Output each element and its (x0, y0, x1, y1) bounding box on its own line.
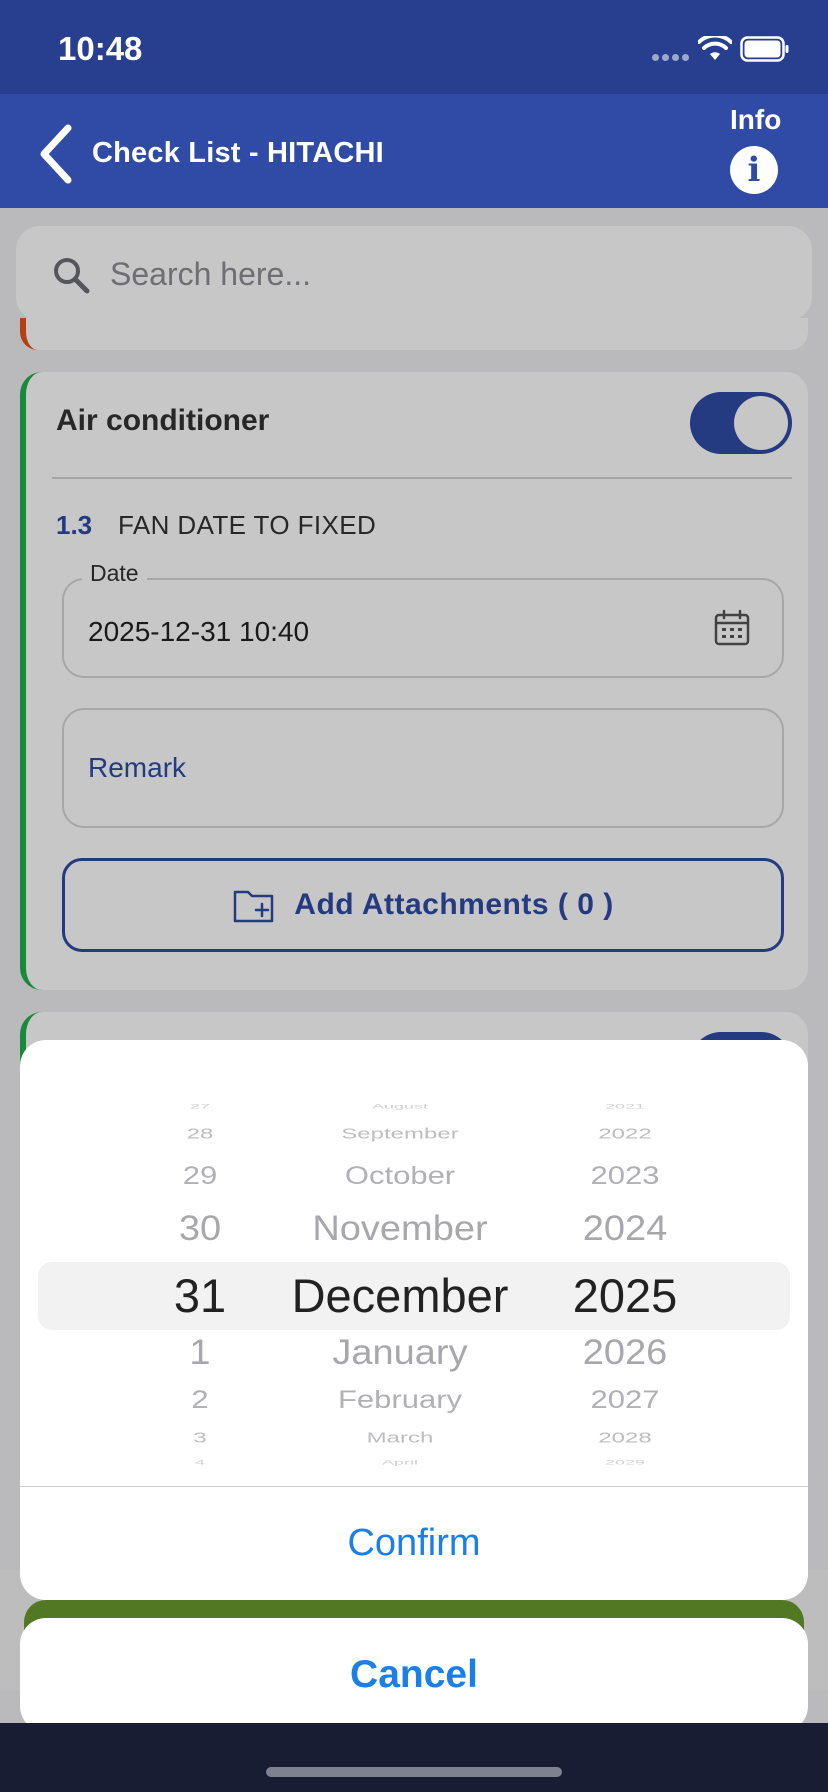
info-label[interactable]: Info (730, 104, 781, 136)
year-option: 2023 (590, 1161, 660, 1190)
date-wheel[interactable]: 27 28 29 30 31 1 2 3 4 August September … (20, 1082, 808, 1474)
year-selected: 2025 (572, 1269, 678, 1322)
app-header: Check List - HITACHI Info i (0, 94, 828, 208)
year-option: 2028 (598, 1429, 652, 1447)
confirm-button[interactable]: Confirm (20, 1487, 808, 1600)
status-time: 10:48 (58, 30, 143, 67)
info-icon[interactable]: i (730, 146, 778, 194)
wifi-icon (698, 36, 732, 60)
month-wheel[interactable]: August September October November Decemb… (250, 1082, 550, 1474)
month-option: April (381, 1458, 418, 1466)
month-option: August (371, 1102, 429, 1110)
year-wheel[interactable]: 2021 2022 2023 2024 2025 2026 2027 2028 … (520, 1082, 730, 1474)
home-area (0, 1723, 828, 1792)
month-option: February (337, 1385, 463, 1414)
year-option: 2027 (590, 1385, 660, 1414)
home-indicator[interactable] (266, 1767, 562, 1777)
back-chevron-icon[interactable] (34, 122, 84, 186)
year-option: 2026 (582, 1333, 668, 1373)
signal-icon (652, 54, 692, 62)
month-option: September (341, 1125, 459, 1143)
year-option: 2029 (604, 1458, 646, 1466)
month-option: January (332, 1333, 468, 1373)
date-picker-sheet: 27 28 29 30 31 1 2 3 4 August September … (20, 1040, 808, 1600)
year-option: 2022 (598, 1125, 652, 1143)
month-option: October (344, 1161, 456, 1190)
cancel-button[interactable]: Cancel (20, 1618, 808, 1732)
month-option: November (312, 1209, 488, 1249)
year-option: 2021 (604, 1102, 646, 1110)
page-title: Check List - HITACHI (92, 137, 384, 169)
status-bar: 10:48 (0, 0, 828, 94)
year-option: 2024 (582, 1209, 668, 1249)
month-selected: December (291, 1269, 509, 1322)
battery-icon (740, 36, 789, 62)
month-option: March (366, 1429, 434, 1447)
